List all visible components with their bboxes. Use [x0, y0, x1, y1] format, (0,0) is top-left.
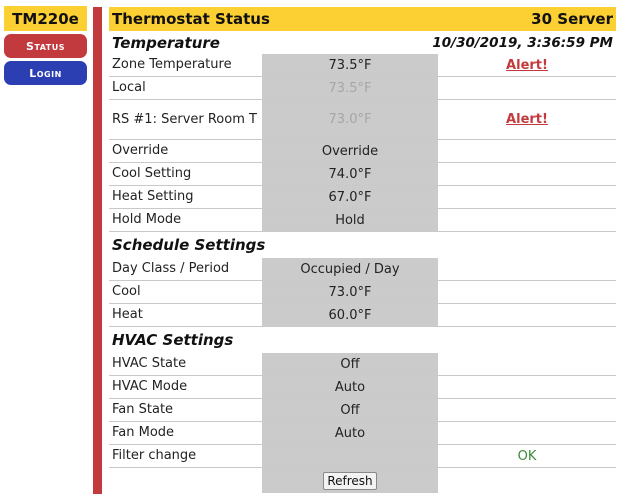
row-label: Fan State [109, 399, 262, 421]
row-local: Local 73.5°F [109, 77, 616, 100]
alert-link[interactable]: Alert! [506, 112, 548, 127]
row-rs1-server-room: RS #1: Server Room T 73.0°F Alert! [109, 100, 616, 140]
hvac-section-header: HVAC Settings [109, 327, 616, 353]
row-value [262, 445, 438, 467]
row-value: 73.5°F [262, 54, 438, 76]
row-value: Auto [262, 376, 438, 398]
row-label: Zone Temperature [109, 54, 262, 76]
row-value: 60.0°F [262, 304, 438, 326]
row-extra [438, 77, 616, 99]
row-extra [438, 186, 616, 208]
status-button[interactable]: Status [4, 34, 87, 58]
row-label: Heat Setting [109, 186, 262, 208]
row-label: Cool Setting [109, 163, 262, 185]
device-brand: TM220e [4, 6, 87, 31]
login-button[interactable]: Login [4, 61, 87, 85]
row-label: Heat [109, 304, 262, 326]
title-bar: Thermostat Status 30 Server [109, 7, 616, 31]
row-day-class: Day Class / Period Occupied / Day [109, 258, 616, 281]
row-schedule-heat: Heat 60.0°F [109, 304, 616, 327]
row-label: HVAC State [109, 353, 262, 375]
row-label: Override [109, 140, 262, 162]
row-extra [438, 163, 616, 185]
temperature-section-header: Temperature 10/30/2019, 3:36:59 PM [109, 31, 616, 54]
timestamp: 10/30/2019, 3:36:59 PM [432, 35, 613, 51]
row-label: Fan Mode [109, 422, 262, 444]
refresh-button[interactable]: Refresh [323, 472, 376, 490]
section-title-hvac: HVAC Settings [112, 331, 233, 349]
row-value: Off [262, 399, 438, 421]
row-hold-mode: Hold Mode Hold [109, 209, 616, 232]
schedule-section-header: Schedule Settings [109, 232, 616, 258]
alert-link[interactable]: Alert! [506, 58, 548, 73]
row-override: Override Override [109, 140, 616, 163]
row-label: Filter change [109, 445, 262, 467]
row-value: 73.5°F [262, 77, 438, 99]
row-hvac-state: HVAC State Off [109, 353, 616, 376]
row-label: Hold Mode [109, 209, 262, 231]
row-schedule-cool: Cool 73.0°F [109, 281, 616, 304]
row-label: HVAC Mode [109, 376, 262, 398]
row-extra [438, 140, 616, 162]
row-label: Cool [109, 281, 262, 303]
row-value: Hold [262, 209, 438, 231]
filter-status: OK [518, 449, 537, 464]
device-name: 30 Server [531, 10, 613, 28]
thermostat-panel: Thermostat Status 30 Server Temperature … [109, 7, 616, 493]
row-zone-temperature: Zone Temperature 73.5°F Alert! [109, 54, 616, 77]
row-fan-state: Fan State Off [109, 399, 616, 422]
row-hvac-mode: HVAC Mode Auto [109, 376, 616, 399]
row-extra [438, 376, 616, 398]
row-value: 74.0°F [262, 163, 438, 185]
row-value: 73.0°F [262, 281, 438, 303]
row-value: Auto [262, 422, 438, 444]
row-heat-setting: Heat Setting 67.0°F [109, 186, 616, 209]
row-label: Day Class / Period [109, 258, 262, 280]
page-title: Thermostat Status [112, 10, 270, 28]
row-extra [438, 399, 616, 421]
row-cool-setting: Cool Setting 74.0°F [109, 163, 616, 186]
accent-bar [93, 7, 102, 494]
row-extra [438, 353, 616, 375]
row-value: 73.0°F [262, 100, 438, 139]
row-value: 67.0°F [262, 186, 438, 208]
section-title-schedule: Schedule Settings [112, 236, 265, 254]
row-filter-change: Filter change OK [109, 445, 616, 468]
row-label: RS #1: Server Room T [109, 100, 262, 139]
section-title-temperature: Temperature [112, 34, 220, 52]
row-label: Local [109, 77, 262, 99]
row-value: Override [262, 140, 438, 162]
row-fan-mode: Fan Mode Auto [109, 422, 616, 445]
row-value: Off [262, 353, 438, 375]
row-extra [438, 209, 616, 231]
row-extra [438, 422, 616, 444]
row-refresh: Refresh [109, 468, 616, 493]
row-value: Occupied / Day [262, 258, 438, 280]
